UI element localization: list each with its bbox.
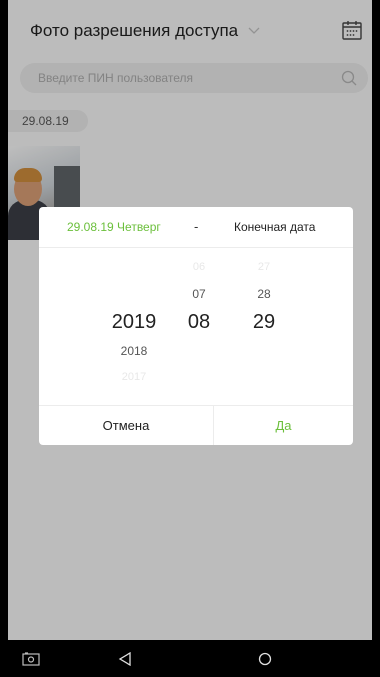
app-screen: Фото разрешения доступа Введите ПИН поль…	[8, 0, 372, 640]
cancel-button[interactable]: Отмена	[39, 406, 214, 445]
month-option[interactable]: 06	[179, 261, 219, 273]
date-separator: -	[194, 219, 199, 234]
day-option[interactable]: 27	[244, 261, 284, 273]
month-wheel[interactable]: 06 07 08	[179, 247, 219, 405]
selected-day[interactable]: 29	[244, 311, 284, 334]
year-wheel[interactable]: 2019 2018 2017	[99, 247, 169, 405]
ok-button[interactable]: Да	[214, 406, 353, 445]
end-date-tab[interactable]: Конечная дата	[234, 220, 315, 234]
home-icon[interactable]	[258, 652, 272, 666]
month-option[interactable]: 07	[179, 287, 219, 301]
selected-year[interactable]: 2019	[99, 311, 169, 334]
year-option[interactable]: 2017	[99, 371, 169, 383]
system-nav-bar	[0, 640, 380, 677]
back-icon[interactable]	[118, 652, 132, 666]
year-option[interactable]: 2018	[99, 344, 169, 358]
screenshot-icon[interactable]	[22, 652, 40, 666]
day-wheel[interactable]: 27 28 29	[244, 247, 284, 405]
dialog-actions: Отмена Да	[39, 405, 353, 445]
date-range-header: 29.08.19 Четверг - Конечная дата	[39, 207, 353, 248]
selected-month[interactable]: 08	[179, 311, 219, 334]
start-date-tab[interactable]: 29.08.19 Четверг	[67, 220, 161, 234]
day-option[interactable]: 28	[244, 287, 284, 301]
date-range-dialog: 29.08.19 Четверг - Конечная дата 2019 20…	[39, 207, 353, 445]
